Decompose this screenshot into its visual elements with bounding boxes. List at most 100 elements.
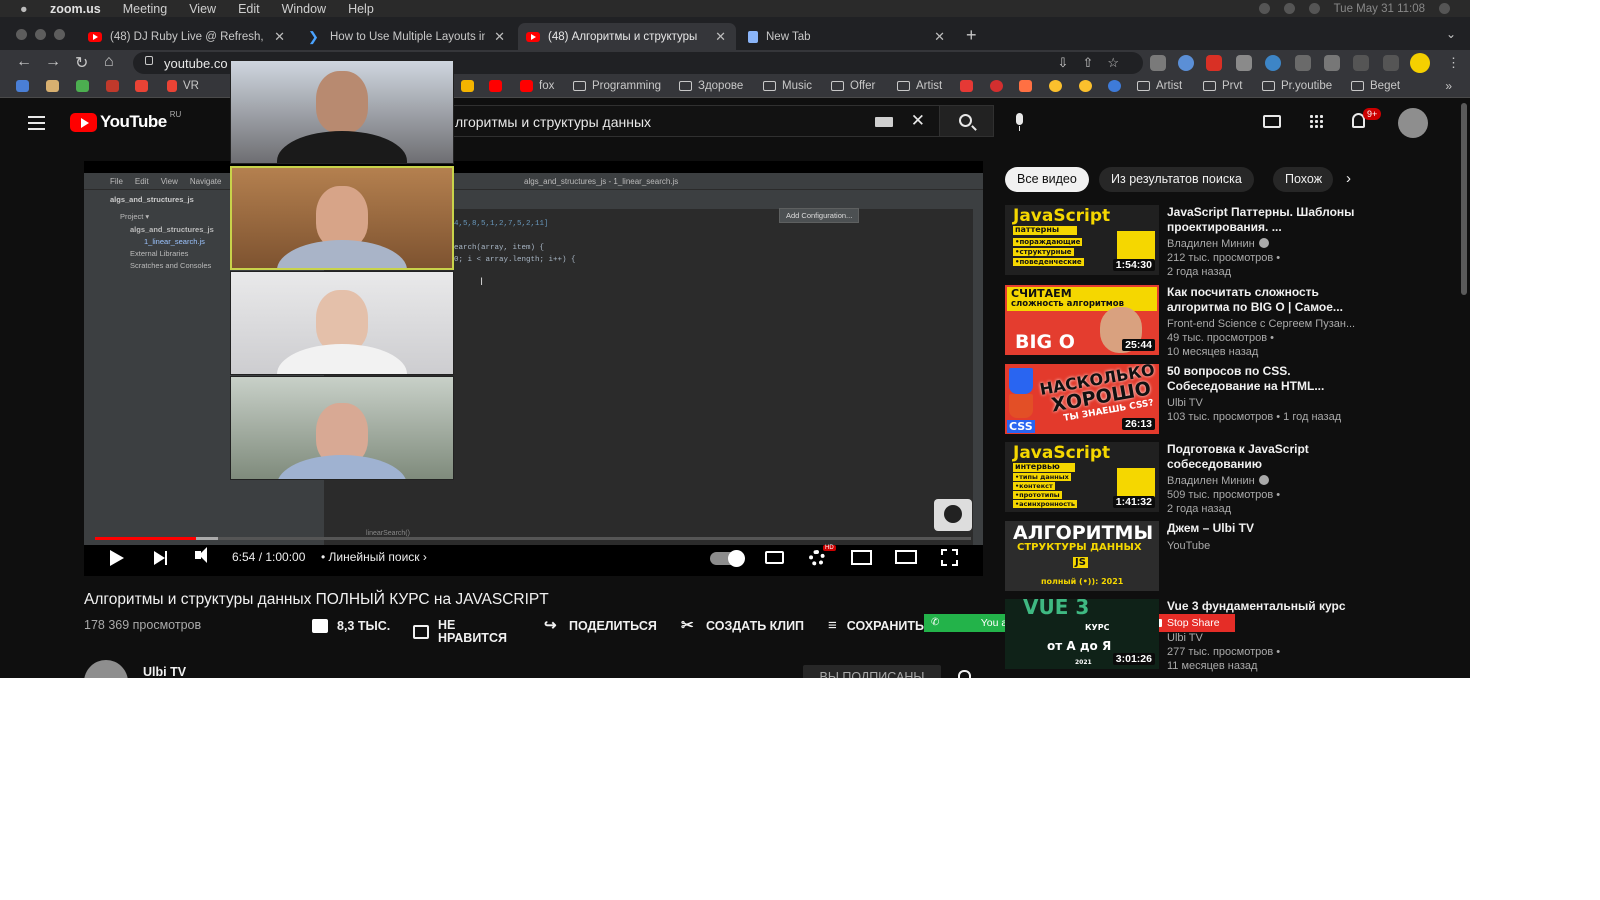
channel-bell-icon[interactable] xyxy=(958,670,971,678)
keyboard-icon[interactable] xyxy=(875,117,893,127)
tab-search-icon[interactable]: ⌄ xyxy=(1446,27,1456,41)
adblock-icon[interactable] xyxy=(1206,55,1222,71)
related-channel[interactable]: Front-end Science c Сергеем Пузан... xyxy=(1167,318,1355,330)
autoplay-toggle[interactable] xyxy=(710,550,745,567)
menu-view[interactable]: View xyxy=(189,2,216,16)
extension-icon[interactable] xyxy=(1265,55,1281,71)
related-channel[interactable]: Владилен Минин xyxy=(1167,238,1269,250)
video-thumbnail[interactable]: VUE 3 КУРС от А до Я 2021 3:01:26 xyxy=(1005,599,1159,669)
close-tab-icon[interactable]: ✕ xyxy=(274,29,285,45)
create-video-icon[interactable] xyxy=(1263,115,1281,128)
bookmark-gmail[interactable] xyxy=(135,80,154,92)
account-avatar[interactable] xyxy=(1398,108,1428,138)
apps-grid-icon[interactable] xyxy=(1309,114,1323,128)
home-icon[interactable]: ⌂ xyxy=(104,53,114,71)
related-channel[interactable]: Владилен Минин xyxy=(1167,475,1269,487)
share-icon[interactable]: ⇧ xyxy=(1082,55,1093,71)
extension-icon[interactable] xyxy=(1150,55,1166,71)
video-thumbnail[interactable]: JavaScript интервью •типы данных •контек… xyxy=(1005,442,1159,512)
bookmark[interactable] xyxy=(46,80,65,92)
subscribe-button[interactable]: ВЫ ПОДПИСАНЫ xyxy=(803,665,941,678)
bookmark[interactable] xyxy=(489,80,508,92)
puzzle-icon[interactable] xyxy=(1324,55,1340,71)
bookmark[interactable] xyxy=(960,80,979,92)
bookmark-folder-pr-youtube[interactable]: Pr.youtibe xyxy=(1262,80,1332,92)
close-window-button[interactable] xyxy=(16,29,27,40)
related-video[interactable]: JavaScript паттерны •пораждающие •структ… xyxy=(1005,205,1455,278)
save-button[interactable]: ≡ СОХРАНИТЬ xyxy=(828,619,924,633)
share-button[interactable]: ↪ ПОДЕЛИТЬСЯ xyxy=(544,618,657,633)
bookmark[interactable] xyxy=(106,80,125,92)
tab-algorithms[interactable]: (48) Алгоритмы и структуры ✕ xyxy=(518,23,736,50)
bookmark-folder-beget[interactable]: Beget xyxy=(1351,80,1400,92)
bookmark-folder-artist-2[interactable]: Artist xyxy=(1137,80,1182,92)
status-icon[interactable] xyxy=(1258,3,1270,14)
related-video[interactable]: VUE 3 КУРС от А до Я 2021 3:01:26 Vue 3 … xyxy=(1005,599,1455,672)
siri-icon[interactable] xyxy=(1439,3,1450,14)
address-url[interactable]: youtube.co xyxy=(164,56,228,71)
subtitles-icon[interactable] xyxy=(765,551,784,564)
new-tab-button[interactable]: + xyxy=(966,25,977,46)
bookmark-folder-music[interactable]: Music xyxy=(763,80,812,92)
more-bookmarks-icon[interactable]: » xyxy=(1445,79,1452,93)
status-icon[interactable] xyxy=(1283,3,1295,14)
miniplayer-icon[interactable] xyxy=(851,550,872,565)
close-tab-icon[interactable]: ✕ xyxy=(715,29,726,45)
chip-from-search[interactable]: Из результатов поиска xyxy=(1099,167,1254,192)
search-query[interactable]: лгоритмы и структуры данных xyxy=(455,114,651,130)
related-video[interactable]: JavaScript интервью •типы данных •контек… xyxy=(1005,442,1455,515)
zoom-participant-video[interactable] xyxy=(230,376,454,480)
like-button[interactable]: 8,3 ТЫС. xyxy=(312,619,390,633)
channel-avatar[interactable] xyxy=(84,660,128,678)
bookmark[interactable] xyxy=(1079,80,1098,92)
bookmark-apps[interactable] xyxy=(16,80,35,92)
bookmark[interactable] xyxy=(461,80,480,92)
bookmark-folder-programming[interactable]: Programming xyxy=(573,80,661,92)
volume-icon[interactable] xyxy=(195,547,207,563)
related-video[interactable]: СЧИТАЕМ сложность алгоритмов BIG O 25:44… xyxy=(1005,285,1455,358)
related-title[interactable]: 50 вопросов по CSS. Собеседование на HTM… xyxy=(1167,364,1362,394)
zoom-window-button[interactable] xyxy=(54,29,65,40)
related-title[interactable]: Vue 3 фундаментальный курс xyxy=(1167,599,1362,614)
close-tab-icon[interactable]: ✕ xyxy=(934,29,945,45)
zoom-active-speaker-video[interactable] xyxy=(230,166,454,270)
video-thumbnail[interactable]: JavaScript паттерны •пораждающие •структ… xyxy=(1005,205,1159,275)
chevron-right-icon[interactable]: › xyxy=(1346,170,1351,187)
video-thumbnail[interactable]: АЛГОРИТМЫ СТРУКТУРЫ ДАННЫХ JS полный (•)… xyxy=(1005,521,1159,591)
bookmark[interactable] xyxy=(1049,80,1068,92)
side-panel-icon[interactable] xyxy=(1383,55,1399,71)
menu-edit[interactable]: Edit xyxy=(238,2,260,16)
bookmark-star-icon[interactable]: ☆ xyxy=(1107,55,1119,71)
bookmark-folder-artist[interactable]: Artist xyxy=(897,80,942,92)
chip-similar[interactable]: Похож xyxy=(1273,167,1333,192)
reading-list-icon[interactable] xyxy=(1353,55,1369,71)
reload-icon[interactable]: ↻ xyxy=(75,53,88,73)
minimize-window-button[interactable] xyxy=(35,29,46,40)
tab-dj-ruby[interactable]: (48) DJ Ruby Live @ Refresh, C ✕ xyxy=(80,23,295,50)
video-progress-bar[interactable] xyxy=(95,537,971,540)
apple-icon[interactable]: ● xyxy=(20,2,32,16)
extension-icon[interactable] xyxy=(1178,55,1194,71)
tab-multiple-layouts[interactable]: ❯ How to Use Multiple Layouts in ✕ xyxy=(300,23,515,50)
settings-gear-icon[interactable] xyxy=(809,550,825,566)
menu-hamburger-icon[interactable] xyxy=(28,116,45,134)
bookmark[interactable] xyxy=(1108,80,1127,92)
zoom-participant-video[interactable] xyxy=(230,60,454,164)
clear-search-icon[interactable]: ✕ xyxy=(911,111,925,131)
bookmark-folder-offer[interactable]: Offer xyxy=(831,80,875,92)
fullscreen-icon[interactable] xyxy=(941,549,958,566)
next-icon[interactable] xyxy=(154,551,167,565)
bookmark-fox[interactable]: fox xyxy=(520,80,554,92)
tab-new-tab[interactable]: New Tab ✕ xyxy=(740,23,955,50)
search-button[interactable] xyxy=(940,105,994,137)
search-input[interactable]: лгоритмы и структуры данных ✕ xyxy=(440,105,940,137)
related-title[interactable]: Джем – Ulbi TV xyxy=(1167,521,1362,536)
chapter-title[interactable]: • Линейный поиск › xyxy=(321,550,427,564)
back-icon[interactable]: ← xyxy=(16,53,32,71)
profile-icon[interactable] xyxy=(1410,53,1430,73)
related-channel[interactable]: Ulbi TV xyxy=(1167,632,1203,644)
menu-clock[interactable]: Tue May 31 11:08 xyxy=(1334,3,1425,15)
chip-all-videos[interactable]: Все видео xyxy=(1005,167,1089,192)
dislike-button[interactable]: НЕ НРАВИТСЯ xyxy=(413,619,508,645)
channel-watermark[interactable] xyxy=(934,499,972,531)
